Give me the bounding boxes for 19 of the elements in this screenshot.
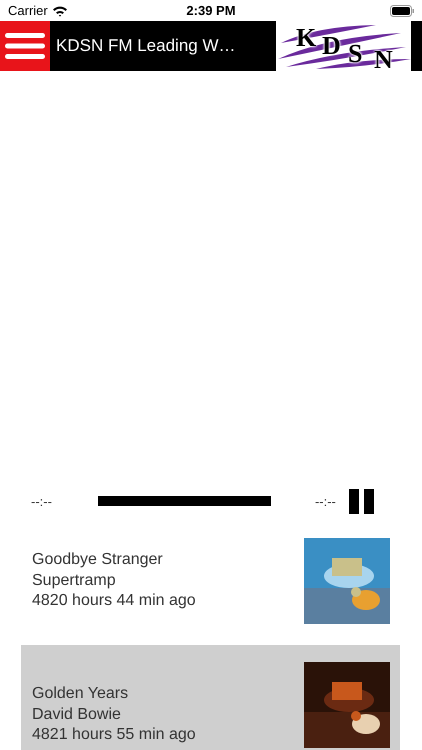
played-time: 4821 hours 55 min ago bbox=[32, 725, 196, 746]
track-title: Goodbye Stranger bbox=[32, 550, 164, 570]
played-time: 4820 hours 44 min ago bbox=[32, 591, 196, 612]
track-title: Golden Years bbox=[32, 684, 130, 704]
elapsed-time: --:-- bbox=[31, 494, 52, 508]
battery-icon bbox=[390, 4, 414, 16]
track-artist: Supertramp bbox=[32, 570, 117, 591]
clock-time: 2:39 PM bbox=[186, 3, 236, 18]
carrier-label: Carrier bbox=[8, 3, 48, 18]
track-row[interactable]: Goodbye Stranger Supertramp 4820 hours 44 min ago bbox=[21, 521, 400, 641]
pause-icon bbox=[348, 488, 374, 514]
wifi-icon bbox=[52, 4, 68, 16]
track-row[interactable]: Golden Years David Bowie 4821 hours 55 min ago bbox=[21, 645, 400, 750]
track-artist: David Bowie bbox=[32, 704, 122, 725]
station-title: KDSN FM Leading W… bbox=[56, 36, 236, 56]
menu-button[interactable] bbox=[0, 21, 51, 71]
menu-icon bbox=[5, 31, 45, 61]
remaining-time: --:-- bbox=[314, 494, 336, 508]
pause-button[interactable] bbox=[348, 488, 374, 514]
